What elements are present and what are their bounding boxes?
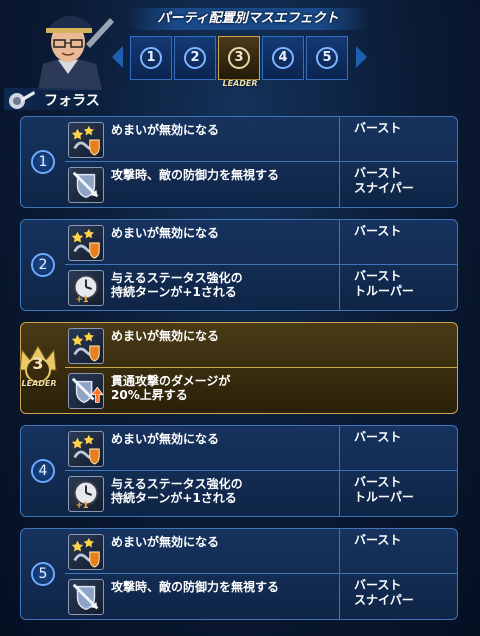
group-number-column: 5 [21, 529, 65, 619]
effect-description: 攻撃時、敵の防御力を無視する [111, 168, 280, 182]
condition-tags: バースト [354, 224, 402, 238]
condition-column: バースト スナイパー [339, 162, 457, 207]
effect-group-5: 5 めまいが無効になる バースト攻撃時、敵の防御力を無視する バースト スナイパー [20, 528, 458, 620]
svg-text:+1: +1 [76, 295, 89, 305]
slot-number: 4 [272, 47, 294, 69]
effect-row: +1 与えるステータス強化の 持続ターンが+1される バースト トルーパー [65, 471, 457, 516]
slot-2-button[interactable]: 2 [174, 36, 216, 80]
character-name: フォラス [44, 93, 100, 109]
effect-group-2: 2 めまいが無効になる バースト +1 与えるステータス強化の 持続ターンが+1される バ… [20, 219, 458, 311]
effect-row: +1 与えるステータス強化の 持続ターンが+1される バースト トルーパー [65, 265, 457, 310]
effect-row: めまいが無効になる バースト [65, 529, 457, 574]
group-number-column: 4 [21, 426, 65, 516]
effect-group-4: 4 めまいが無効になる バースト +1 与えるステータス強化の 持続ターンが+1される バ… [20, 425, 458, 517]
next-arrow-icon[interactable] [356, 46, 367, 68]
effect-group-3: めまいが無効になる貫通攻撃のダメージが 20%上昇する [20, 322, 458, 414]
effect-description: めまいが無効になる [111, 123, 220, 137]
clock-plus-icon: +1 [68, 270, 104, 306]
svg-text:+1: +1 [76, 501, 89, 511]
slot-number: 1 [140, 47, 162, 69]
armor-pierce-icon [68, 579, 104, 615]
effect-row: めまいが無効になる バースト [65, 117, 457, 162]
condition-column: バースト トルーパー [339, 471, 457, 516]
condition-tags: バースト トルーパー [354, 475, 414, 504]
effect-row: めまいが無効になる [65, 323, 457, 368]
group-number-column: 2 [21, 220, 65, 310]
condition-tags: バースト [354, 430, 402, 444]
condition-tags: バースト スナイパー [354, 166, 414, 195]
slot-3-button[interactable]: 3 [218, 36, 260, 80]
header: パーティ配置別マスエフェクト 1 2 3 4 5 LEADER フォラス [0, 0, 480, 112]
effect-group-1: 1 めまいが無効になる バースト攻撃時、敵の防御力を無視する バースト スナイパー [20, 116, 458, 208]
slot-number: 5 [316, 47, 338, 69]
effect-description: 与えるステータス強化の 持続ターンが+1される [111, 477, 243, 505]
effect-description: 攻撃時、敵の防御力を無視する [111, 580, 280, 594]
effect-row: 貫通攻撃のダメージが 20%上昇する [65, 368, 457, 413]
dizzy-immune-icon [68, 534, 104, 570]
group-number: 4 [31, 459, 55, 483]
condition-tags: バースト [354, 533, 402, 547]
slot-number: 2 [184, 47, 206, 69]
effect-description: 与えるステータス強化の 持続ターンが+1される [111, 271, 243, 299]
condition-tags: バースト トルーパー [354, 269, 414, 298]
effect-description: めまいが無効になる [111, 226, 220, 240]
effect-row: めまいが無効になる バースト [65, 220, 457, 265]
group-number: 1 [31, 150, 55, 174]
group-number: 2 [31, 253, 55, 277]
dizzy-immune-icon [68, 225, 104, 261]
effect-description: めまいが無効になる [111, 432, 220, 446]
slot-4-button[interactable]: 4 [262, 36, 304, 80]
effect-description: めまいが無効になる [111, 329, 220, 343]
leader-group-label: LEADER [21, 379, 57, 388]
screen-title: パーティ配置別マスエフェクト [128, 8, 368, 30]
condition-tags: バースト スナイパー [354, 578, 414, 607]
weapon-type-icon [9, 91, 35, 109]
slot-5-button[interactable]: 5 [306, 36, 348, 80]
clock-plus-icon: +1 [68, 476, 104, 512]
effect-row: 攻撃時、敵の防御力を無視する バースト スナイパー [65, 162, 457, 207]
group-number-column: 1 [21, 117, 65, 207]
group-number: 5 [31, 562, 55, 586]
leader-group-number: 3 [32, 354, 44, 373]
condition-column: バースト [339, 426, 457, 470]
dizzy-immune-icon [68, 431, 104, 467]
condition-column: バースト [339, 220, 457, 264]
pierce-damage-up-icon [68, 373, 104, 409]
armor-pierce-icon [68, 167, 104, 203]
condition-column: バースト [339, 529, 457, 573]
condition-tags: バースト [354, 121, 402, 135]
condition-column: バースト トルーパー [339, 265, 457, 310]
effect-description: 貫通攻撃のダメージが 20%上昇する [111, 374, 231, 402]
prev-arrow-icon[interactable] [112, 46, 123, 68]
dizzy-immune-icon [68, 122, 104, 158]
condition-column: バースト [339, 117, 457, 161]
effect-row: 攻撃時、敵の防御力を無視する バースト スナイパー [65, 574, 457, 619]
dizzy-immune-icon [68, 328, 104, 364]
slot-1-button[interactable]: 1 [130, 36, 172, 80]
character-portrait [38, 15, 114, 90]
slot-selector: 1 2 3 4 5 [130, 36, 348, 80]
leader-slot-label: LEADER [222, 79, 258, 88]
effect-row: めまいが無効になる バースト [65, 426, 457, 471]
condition-column: バースト スナイパー [339, 574, 457, 619]
slot-number: 3 [228, 47, 250, 69]
effect-description: めまいが無効になる [111, 535, 220, 549]
